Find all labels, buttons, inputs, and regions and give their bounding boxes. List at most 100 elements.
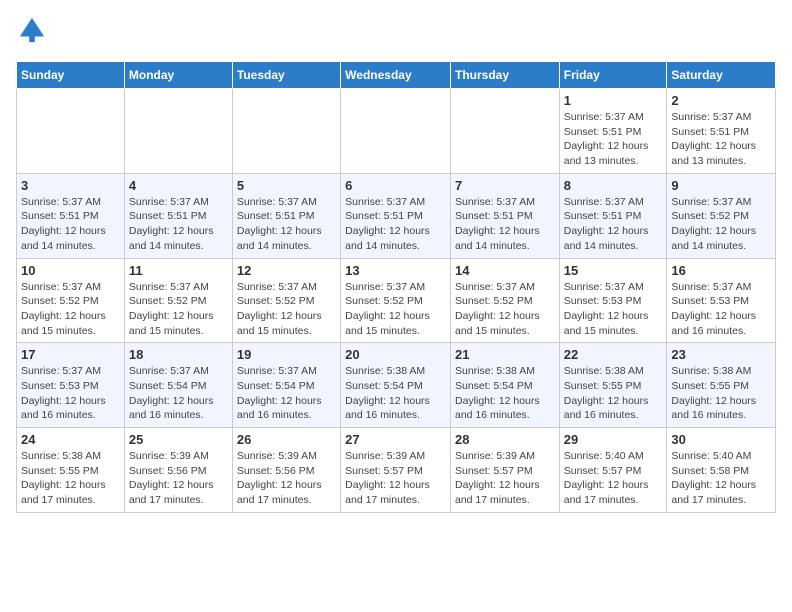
calendar-cell: 11 Sunrise: 5:37 AM Sunset: 5:52 PM Dayli…: [124, 258, 232, 343]
day-info: Sunrise: 5:37 AM Sunset: 5:51 PM Dayligh…: [564, 195, 663, 254]
day-number: 29: [564, 432, 663, 447]
day-info: Sunrise: 5:39 AM Sunset: 5:57 PM Dayligh…: [455, 449, 555, 508]
day-number: 6: [345, 178, 446, 193]
calendar-cell: 23Sunrise: 5:38 AM Sunset: 5:55 PM Dayli…: [667, 343, 776, 428]
calendar-cell: 12 Sunrise: 5:37 AM Sunset: 5:52 PM Dayli…: [232, 258, 340, 343]
day-number: 8: [564, 178, 663, 193]
day-number: 12: [237, 263, 336, 278]
day-info: Sunrise: 5:39 AM Sunset: 5:56 PM Dayligh…: [237, 449, 336, 508]
calendar-cell: 19 Sunrise: 5:37 AM Sunset: 5:54 PM Dayli…: [232, 343, 340, 428]
calendar-cell: [232, 89, 340, 174]
day-info: Sunrise: 5:37 AM Sunset: 5:52 PM Dayligh…: [345, 280, 446, 339]
calendar-cell: 5Sunrise: 5:37 AM Sunset: 5:51 PM Daylig…: [232, 173, 340, 258]
day-number: 17: [21, 347, 120, 362]
calendar-cell: [17, 89, 125, 174]
calendar-cell: 18 Sunrise: 5:37 AM Sunset: 5:54 PM Dayli…: [124, 343, 232, 428]
day-info: Sunrise: 5:38 AM Sunset: 5:54 PM Dayligh…: [455, 364, 555, 423]
calendar-header-row: SundayMondayTuesdayWednesdayThursdayFrid…: [17, 62, 776, 89]
day-info: Sunrise: 5:40 AM Sunset: 5:57 PM Dayligh…: [564, 449, 663, 508]
calendar-cell: 14 Sunrise: 5:37 AM Sunset: 5:52 PM Dayli…: [450, 258, 559, 343]
calendar-cell: 24 Sunrise: 5:38 AM Sunset: 5:55 PM Dayli…: [17, 428, 125, 513]
day-info: Sunrise: 5:39 AM Sunset: 5:56 PM Dayligh…: [129, 449, 228, 508]
calendar-cell: 7 Sunrise: 5:37 AM Sunset: 5:51 PM Daylig…: [450, 173, 559, 258]
day-info: Sunrise: 5:37 AM Sunset: 5:52 PM Dayligh…: [129, 280, 228, 339]
day-number: 19: [237, 347, 336, 362]
calendar-cell: 16 Sunrise: 5:37 AM Sunset: 5:53 PM Dayli…: [667, 258, 776, 343]
calendar-table: SundayMondayTuesdayWednesdayThursdayFrid…: [16, 61, 776, 513]
day-info: Sunrise: 5:37 AM Sunset: 5:53 PM Dayligh…: [671, 280, 771, 339]
day-info: Sunrise: 5:37 AM Sunset: 5:52 PM Dayligh…: [237, 280, 336, 339]
weekday-header: Monday: [124, 62, 232, 89]
calendar-week-row: 10 Sunrise: 5:37 AM Sunset: 5:52 PM Dayli…: [17, 258, 776, 343]
day-number: 26: [237, 432, 336, 447]
calendar-cell: 25 Sunrise: 5:39 AM Sunset: 5:56 PM Dayli…: [124, 428, 232, 513]
weekday-header: Wednesday: [341, 62, 451, 89]
day-info: Sunrise: 5:37 AM Sunset: 5:54 PM Dayligh…: [237, 364, 336, 423]
day-number: 13: [345, 263, 446, 278]
calendar-cell: 3Sunrise: 5:37 AM Sunset: 5:51 PM Daylig…: [17, 173, 125, 258]
day-number: 28: [455, 432, 555, 447]
day-number: 18: [129, 347, 228, 362]
calendar-cell: 4Sunrise: 5:37 AM Sunset: 5:51 PM Daylig…: [124, 173, 232, 258]
calendar-cell: 17 Sunrise: 5:37 AM Sunset: 5:53 PM Dayli…: [17, 343, 125, 428]
day-number: 14: [455, 263, 555, 278]
calendar-cell: 1 Sunrise: 5:37 AM Sunset: 5:51 PM Daylig…: [559, 89, 667, 174]
day-info: Sunrise: 5:37 AM Sunset: 5:51 PM Dayligh…: [671, 110, 771, 169]
calendar-cell: [450, 89, 559, 174]
calendar-cell: 15Sunrise: 5:37 AM Sunset: 5:53 PM Dayli…: [559, 258, 667, 343]
day-number: 9: [671, 178, 771, 193]
day-number: 3: [21, 178, 120, 193]
day-number: 7: [455, 178, 555, 193]
calendar-cell: [124, 89, 232, 174]
calendar-week-row: 24 Sunrise: 5:38 AM Sunset: 5:55 PM Dayli…: [17, 428, 776, 513]
day-info: Sunrise: 5:37 AM Sunset: 5:51 PM Dayligh…: [564, 110, 663, 169]
calendar-cell: 13 Sunrise: 5:37 AM Sunset: 5:52 PM Dayli…: [341, 258, 451, 343]
day-info: Sunrise: 5:37 AM Sunset: 5:51 PM Dayligh…: [455, 195, 555, 254]
day-number: 11: [129, 263, 228, 278]
calendar-week-row: 17 Sunrise: 5:37 AM Sunset: 5:53 PM Dayli…: [17, 343, 776, 428]
calendar-cell: 10 Sunrise: 5:37 AM Sunset: 5:52 PM Dayli…: [17, 258, 125, 343]
day-number: 22: [564, 347, 663, 362]
calendar-cell: 22 Sunrise: 5:38 AM Sunset: 5:55 PM Dayli…: [559, 343, 667, 428]
day-info: Sunrise: 5:38 AM Sunset: 5:55 PM Dayligh…: [564, 364, 663, 423]
calendar-cell: 8 Sunrise: 5:37 AM Sunset: 5:51 PM Daylig…: [559, 173, 667, 258]
day-number: 25: [129, 432, 228, 447]
day-info: Sunrise: 5:38 AM Sunset: 5:54 PM Dayligh…: [345, 364, 446, 423]
logo: [16, 16, 46, 49]
day-info: Sunrise: 5:37 AM Sunset: 5:53 PM Dayligh…: [21, 364, 120, 423]
day-number: 16: [671, 263, 771, 278]
calendar-cell: 9Sunrise: 5:37 AM Sunset: 5:52 PM Daylig…: [667, 173, 776, 258]
day-info: Sunrise: 5:38 AM Sunset: 5:55 PM Dayligh…: [671, 364, 771, 423]
day-number: 24: [21, 432, 120, 447]
calendar-week-row: 3 Sunrise: 5:37 AM Sunset: 5:51 PM Daylig…: [17, 173, 776, 258]
day-info: Sunrise: 5:37 AM Sunset: 5:52 PM Dayligh…: [455, 280, 555, 339]
day-number: 27: [345, 432, 446, 447]
weekday-header: Thursday: [450, 62, 559, 89]
day-number: 10: [21, 263, 120, 278]
day-info: Sunrise: 5:39 AM Sunset: 5:57 PM Dayligh…: [345, 449, 446, 508]
day-info: Sunrise: 5:37 AM Sunset: 5:51 PM Dayligh…: [129, 195, 228, 254]
weekday-header: Saturday: [667, 62, 776, 89]
logo-icon: [18, 16, 46, 44]
calendar-cell: 26 Sunrise: 5:39 AM Sunset: 5:56 PM Dayli…: [232, 428, 340, 513]
calendar-cell: 2 Sunrise: 5:37 AM Sunset: 5:51 PM Daylig…: [667, 89, 776, 174]
day-number: 1: [564, 93, 663, 108]
calendar-cell: 29 Sunrise: 5:40 AM Sunset: 5:57 PM Dayli…: [559, 428, 667, 513]
weekday-header: Sunday: [17, 62, 125, 89]
page-header: [16, 16, 776, 49]
weekday-header: Tuesday: [232, 62, 340, 89]
calendar-cell: 20 Sunrise: 5:38 AM Sunset: 5:54 PM Dayli…: [341, 343, 451, 428]
calendar-cell: 21Sunrise: 5:38 AM Sunset: 5:54 PM Dayli…: [450, 343, 559, 428]
day-number: 5: [237, 178, 336, 193]
day-info: Sunrise: 5:40 AM Sunset: 5:58 PM Dayligh…: [671, 449, 771, 508]
calendar-cell: 27 Sunrise: 5:39 AM Sunset: 5:57 PM Dayli…: [341, 428, 451, 513]
day-number: 2: [671, 93, 771, 108]
calendar-cell: [341, 89, 451, 174]
day-info: Sunrise: 5:38 AM Sunset: 5:55 PM Dayligh…: [21, 449, 120, 508]
calendar-cell: 30Sunrise: 5:40 AM Sunset: 5:58 PM Dayli…: [667, 428, 776, 513]
day-info: Sunrise: 5:37 AM Sunset: 5:51 PM Dayligh…: [345, 195, 446, 254]
day-info: Sunrise: 5:37 AM Sunset: 5:52 PM Dayligh…: [21, 280, 120, 339]
day-info: Sunrise: 5:37 AM Sunset: 5:53 PM Dayligh…: [564, 280, 663, 339]
day-number: 20: [345, 347, 446, 362]
day-info: Sunrise: 5:37 AM Sunset: 5:54 PM Dayligh…: [129, 364, 228, 423]
